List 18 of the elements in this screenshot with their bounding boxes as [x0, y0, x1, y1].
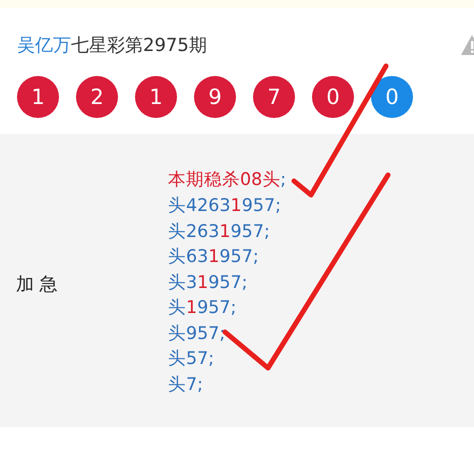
- urgent-label: 加 急: [16, 272, 59, 296]
- number-ball: 0: [371, 76, 413, 118]
- issue-title: 吴亿万七星彩第2975期: [17, 34, 207, 57]
- prediction-line: 本期稳杀08头;: [168, 169, 286, 192]
- number-ball: 2: [76, 76, 118, 118]
- prediction-line: 头631957;: [168, 246, 260, 270]
- number-ball: 1: [135, 76, 177, 118]
- prediction-line: 头957;: [168, 322, 226, 346]
- number-ball: 1: [17, 76, 59, 118]
- prediction-line: 头1957;: [168, 297, 238, 320]
- prediction-line: 头57;: [168, 348, 216, 372]
- number-ball: 7: [253, 76, 295, 118]
- prediction-line: 头31957;: [168, 272, 249, 295]
- prediction-line: 头42631957;: [168, 194, 282, 218]
- number-ball: 9: [194, 76, 236, 118]
- number-ball: 0: [312, 76, 354, 118]
- prediction-line: 头7;: [168, 374, 204, 398]
- prediction-line: 头2631957;: [168, 220, 271, 244]
